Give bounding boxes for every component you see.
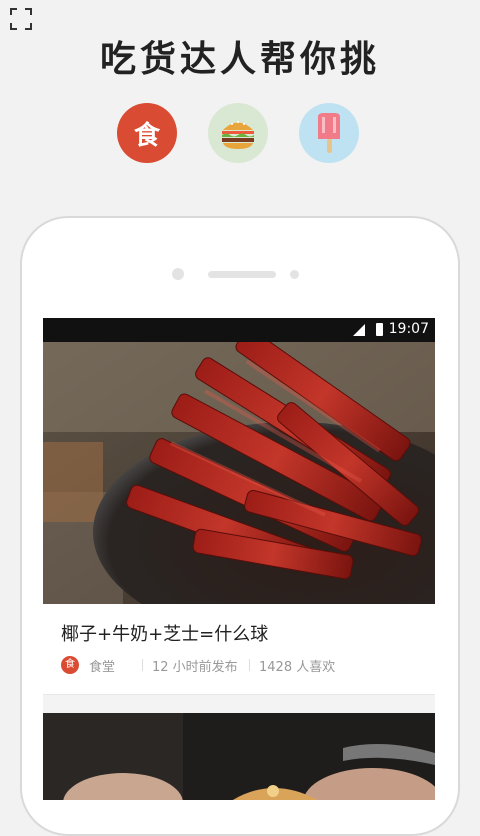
status-time: 19:07 bbox=[388, 321, 429, 337]
food-icon: 食 bbox=[133, 120, 160, 151]
feed-photo[interactable] bbox=[43, 342, 435, 604]
scan-icon[interactable] bbox=[10, 8, 32, 30]
feed-photo-next[interactable] bbox=[43, 713, 435, 800]
phone-screen: 19:07 椰子+牛奶+芝士=什么球 食 食堂 12 小时前发布 1428 人喜… bbox=[43, 318, 435, 800]
front-camera bbox=[172, 268, 184, 280]
burger-icon bbox=[222, 121, 254, 149]
category-food[interactable]: 食 bbox=[117, 103, 177, 163]
headline: 吃货达人帮你挑 bbox=[99, 39, 380, 80]
source-logo-icon[interactable]: 食 bbox=[61, 656, 79, 674]
separator bbox=[249, 659, 250, 671]
category-row: 食 bbox=[117, 103, 361, 165]
publish-time: 12 小时前发布 bbox=[152, 660, 238, 675]
card-meta: 食 食堂 12 小时前发布 1428 人喜欢 bbox=[61, 656, 431, 675]
status-bar: 19:07 bbox=[43, 318, 435, 342]
separator bbox=[142, 659, 143, 671]
battery-icon bbox=[376, 323, 383, 336]
like-count: 1428 人喜欢 bbox=[259, 660, 336, 675]
popsicle-icon bbox=[318, 113, 340, 153]
category-burger[interactable] bbox=[208, 103, 268, 163]
category-popsicle[interactable] bbox=[299, 103, 359, 163]
card-title[interactable]: 椰子+牛奶+芝士=什么球 bbox=[61, 620, 268, 646]
source-name[interactable]: 食堂 bbox=[89, 656, 115, 675]
proximity-sensor bbox=[290, 270, 299, 279]
signal-icon bbox=[353, 324, 365, 336]
speaker-grille bbox=[208, 271, 276, 278]
card-divider bbox=[43, 694, 435, 713]
